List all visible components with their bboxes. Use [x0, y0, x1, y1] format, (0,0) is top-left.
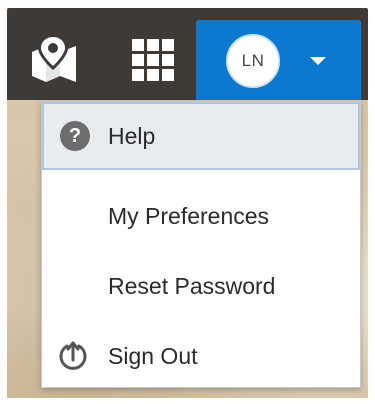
sign-out-icon [59, 341, 87, 370]
avatar-initials: LN [241, 51, 265, 70]
map-button[interactable] [30, 34, 78, 84]
menu-item-help[interactable]: ? Help [42, 102, 360, 170]
menu-item-label: Sign Out [108, 343, 198, 369]
apps-grid-icon [132, 39, 174, 81]
avatar: LN [226, 34, 280, 88]
map-pin-icon [32, 34, 76, 82]
menu-item-reset-password[interactable]: Reset Password [42, 252, 360, 320]
help-icon: ? [60, 121, 90, 151]
user-dropdown-menu: ? Help My Preferences Reset Password Sig… [41, 101, 361, 388]
menu-item-my-preferences[interactable]: My Preferences [42, 182, 360, 250]
menu-item-label: My Preferences [108, 203, 270, 229]
menu-item-label: Reset Password [108, 273, 276, 299]
menu-item-sign-out[interactable]: Sign Out [42, 322, 360, 390]
chevron-down-icon [310, 57, 326, 65]
apps-button[interactable] [132, 39, 174, 81]
menu-item-label: Help [108, 123, 156, 149]
user-menu-button[interactable]: LN [196, 20, 361, 100]
